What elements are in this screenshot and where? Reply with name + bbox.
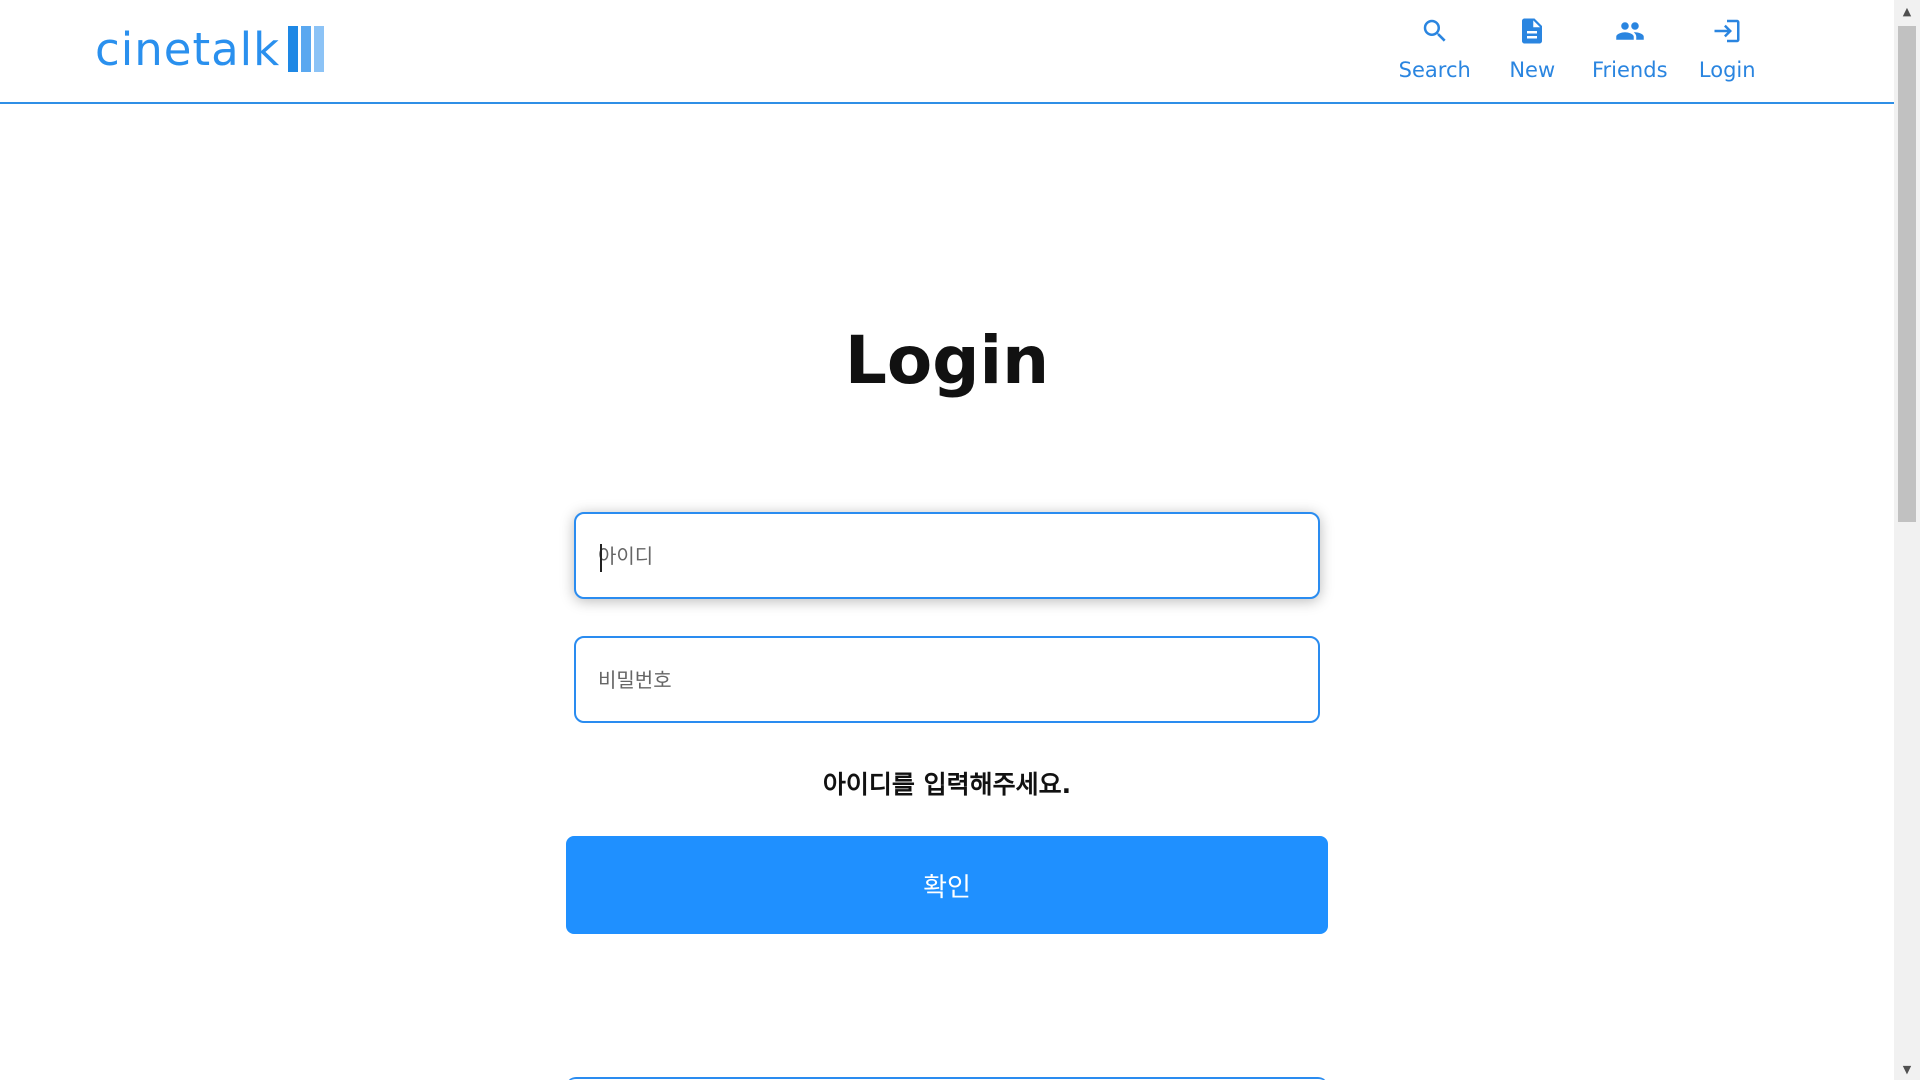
nav-friends[interactable]: Friends <box>1581 10 1679 81</box>
scroll-down-arrow-icon[interactable]: ▼ <box>1894 1058 1920 1080</box>
people-icon <box>1613 14 1647 48</box>
password-input[interactable] <box>576 638 1318 721</box>
scroll-up-arrow-icon[interactable]: ▲ <box>1894 0 1920 22</box>
nav-login-label: Login <box>1698 58 1756 82</box>
document-icon <box>1515 14 1549 48</box>
logo-text: cinetalk <box>95 22 281 76</box>
id-field-wrapper <box>574 512 1320 599</box>
logo-bars-icon <box>288 26 327 72</box>
nav-search-label: Search <box>1398 58 1471 82</box>
confirm-button[interactable]: 확인 <box>566 836 1328 934</box>
page-title: Login <box>844 322 1050 399</box>
page-viewport: cinetalk Search New Friends Login Login … <box>0 0 1894 1080</box>
scrollbar-thumb[interactable] <box>1898 26 1916 522</box>
top-header: cinetalk Search New Friends Login <box>0 0 1894 104</box>
text-caret <box>600 544 602 572</box>
nav-login[interactable]: Login <box>1679 10 1777 81</box>
nav-new[interactable]: New <box>1484 10 1582 81</box>
main-nav: Search New Friends Login <box>1386 10 1776 81</box>
nav-new-label: New <box>1509 58 1556 82</box>
search-icon <box>1418 14 1452 48</box>
cinetalk-logo[interactable]: cinetalk <box>95 20 327 78</box>
password-field-wrapper <box>574 636 1320 723</box>
login-icon <box>1710 14 1744 48</box>
nav-friends-label: Friends <box>1591 58 1668 82</box>
validation-message: 아이디를 입력해주세요. <box>822 770 1072 799</box>
id-input[interactable] <box>576 514 1318 597</box>
nav-search[interactable]: Search <box>1386 10 1484 81</box>
vertical-scrollbar[interactable]: ▲ ▼ <box>1894 0 1920 1080</box>
